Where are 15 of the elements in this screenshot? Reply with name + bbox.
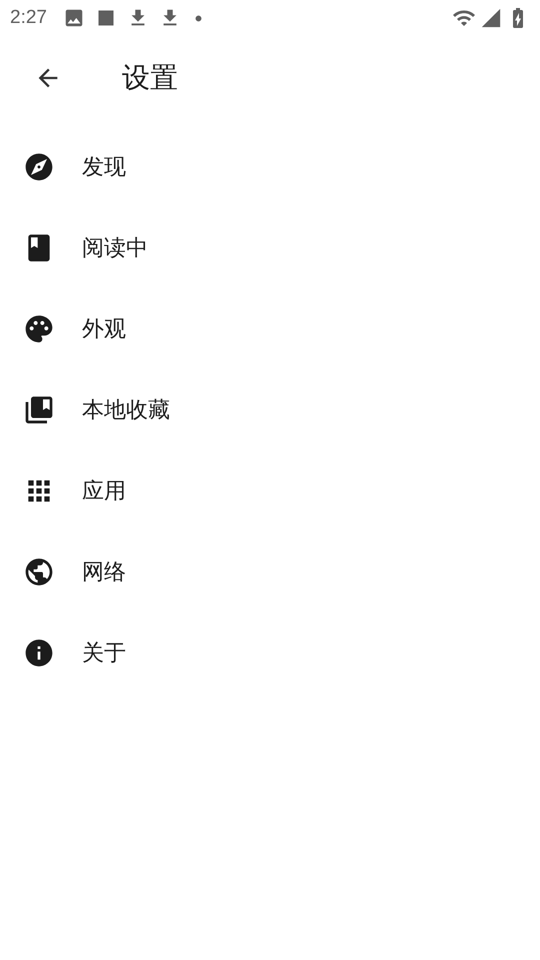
settings-item[interactable]: 网络 (0, 531, 540, 612)
info-icon (23, 636, 55, 668)
palette-icon (23, 312, 55, 344)
settings-item[interactable]: 阅读中 (0, 207, 540, 288)
settings-item[interactable]: 发现 (0, 126, 540, 207)
settings-item[interactable]: 应用 (0, 450, 540, 531)
page-title: 设置 (122, 61, 178, 95)
bookmarks-icon (23, 394, 55, 426)
globe-icon (23, 556, 55, 588)
status-time: 2:27 (10, 6, 47, 30)
settings-item[interactable]: 关于 (0, 612, 540, 693)
signal-icon (480, 7, 502, 29)
compass-icon (23, 150, 55, 182)
settings-item[interactable]: 外观 (0, 288, 540, 369)
settings-item[interactable]: 本地收藏 (0, 369, 540, 450)
